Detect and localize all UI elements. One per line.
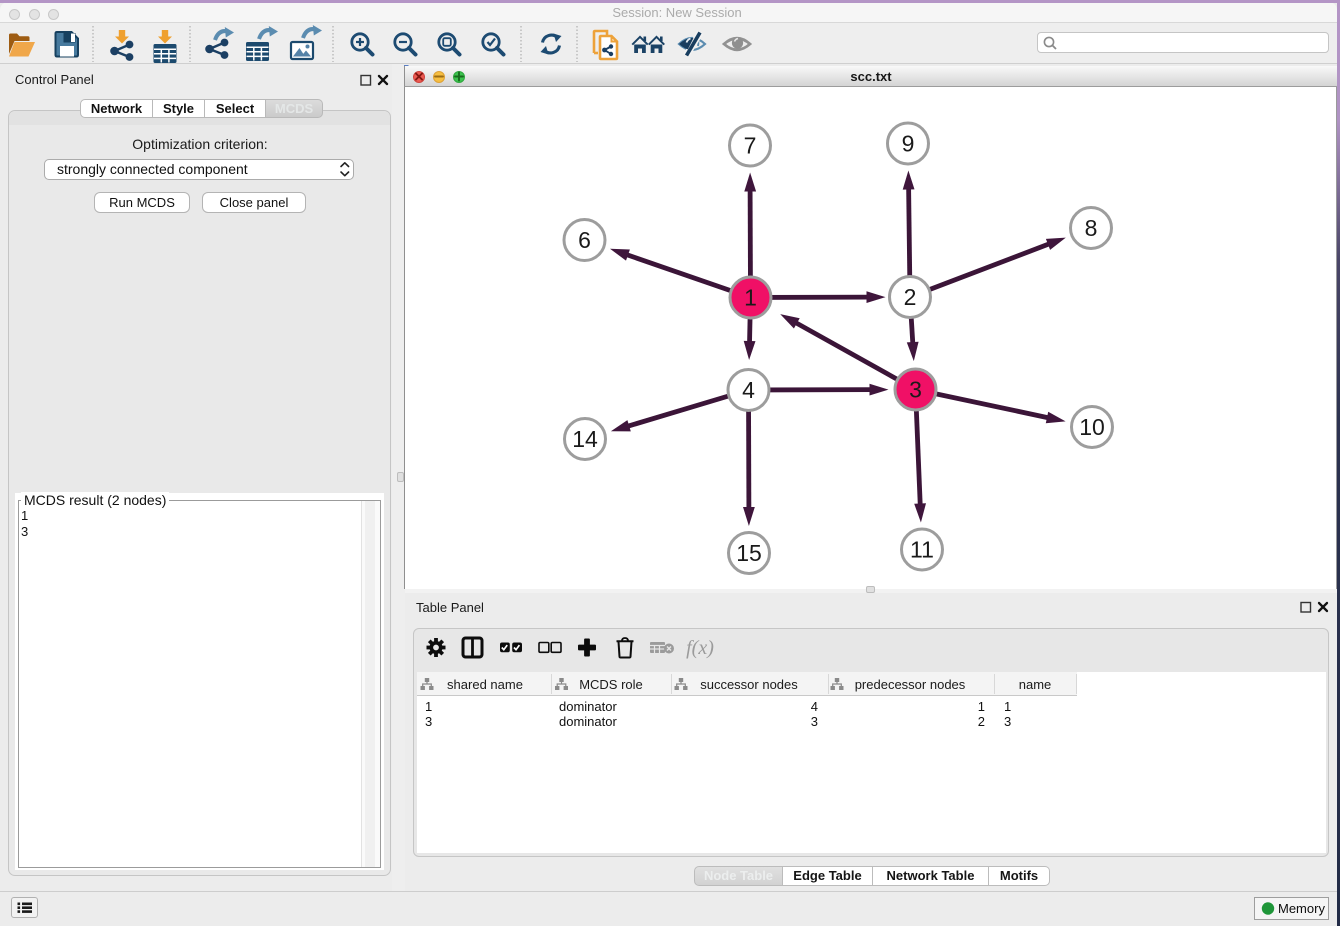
svg-text:7: 7	[744, 133, 757, 159]
svg-text:8: 8	[1085, 215, 1098, 241]
svg-text:14: 14	[572, 426, 598, 452]
svg-text:3: 3	[909, 377, 922, 403]
svg-text:1: 1	[744, 285, 757, 311]
svg-text:11: 11	[910, 537, 934, 563]
svg-text:15: 15	[736, 540, 762, 566]
svg-text:10: 10	[1079, 414, 1105, 440]
svg-text:f(x): f(x)	[686, 637, 714, 659]
svg-text:4: 4	[742, 377, 755, 403]
svg-text:2: 2	[904, 284, 917, 310]
svg-text:Memory: Memory	[1278, 901, 1325, 916]
svg-text:6: 6	[578, 227, 591, 253]
svg-text:9: 9	[902, 131, 915, 157]
